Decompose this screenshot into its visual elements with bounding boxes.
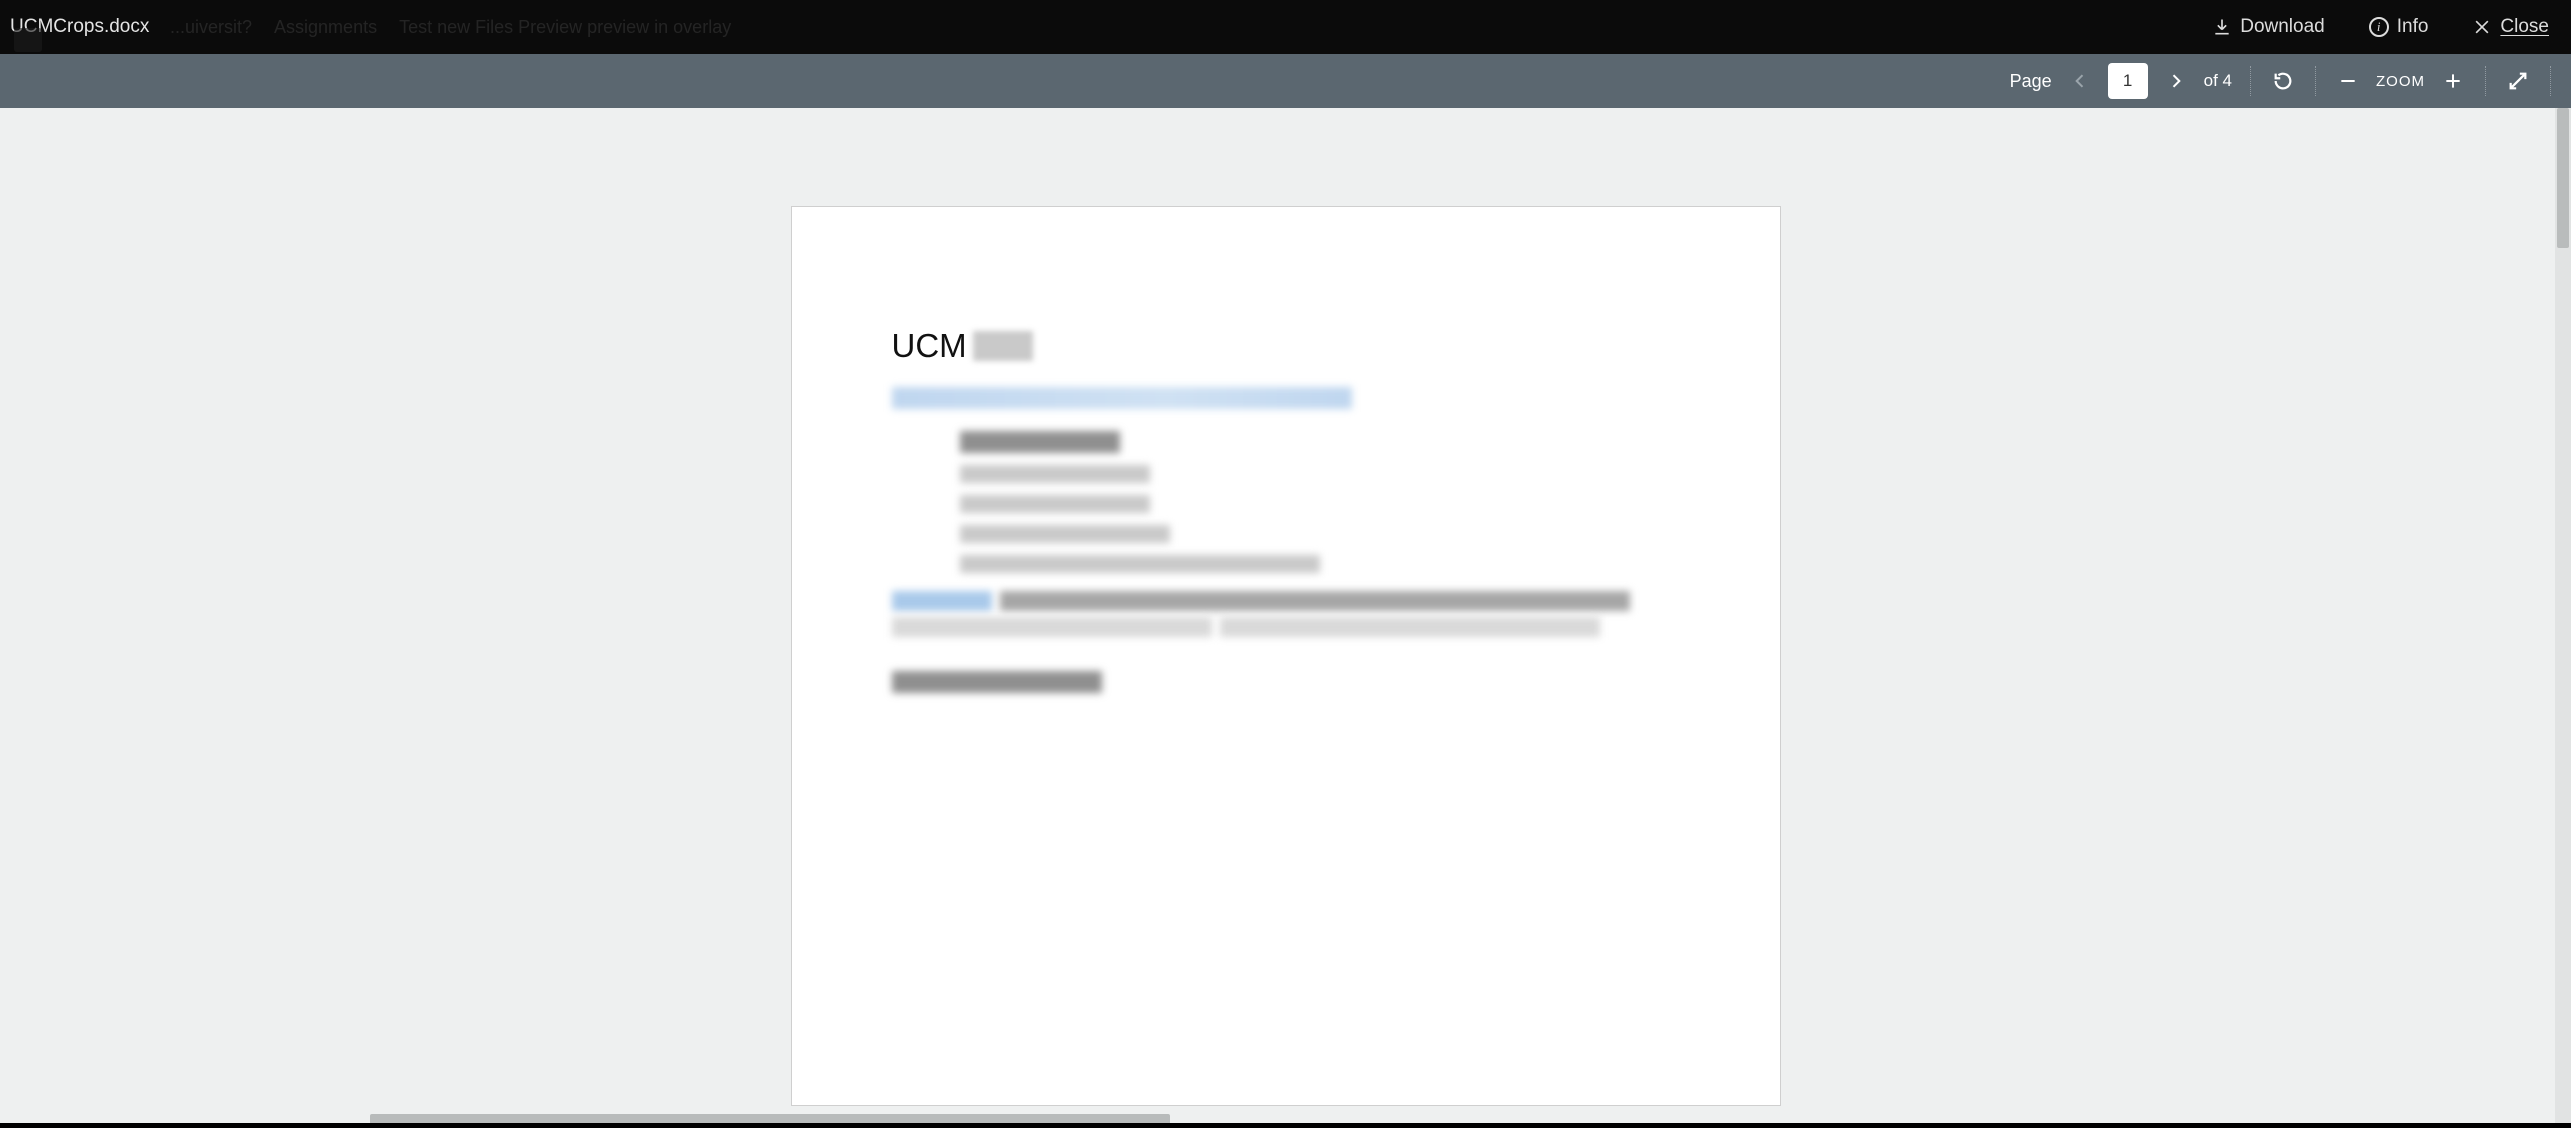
redacted-hyperlink-line (892, 387, 1352, 409)
page-label: Page (2010, 71, 2052, 92)
breadcrumb-ghost-2: Assignments (274, 17, 377, 38)
document-page: UCM (791, 206, 1781, 1106)
chevron-left-icon (2070, 71, 2090, 91)
page-nav-group: Page of 4 (1992, 63, 2250, 99)
redacted-title-fragment (973, 331, 1033, 361)
redacted-paragraph-row (892, 591, 1680, 611)
zoom-group: ZOOM (2316, 63, 2485, 99)
breadcrumb-ghost-3: Test new Files Preview preview in overla… (399, 17, 731, 38)
overlay-header: UCMCrops.docx ...uiversit? Assignments T… (0, 0, 2571, 54)
redacted-body-line (960, 495, 1150, 513)
next-page-button[interactable] (2162, 67, 2190, 95)
rotate-button[interactable] (2269, 67, 2297, 95)
redacted-text-fragment (1220, 617, 1600, 637)
info-label: Info (2397, 16, 2429, 38)
viewer-toolbar: Page of 4 ZOOM (0, 54, 2571, 108)
toolbar-separator (2315, 66, 2316, 96)
redacted-link-fragment (892, 591, 992, 611)
document-viewport[interactable]: UCM (0, 108, 2571, 1128)
close-button[interactable]: Close (2472, 16, 2549, 38)
redacted-body-line (960, 431, 1120, 453)
expand-icon (2507, 70, 2529, 92)
minus-icon (2338, 71, 2358, 91)
redacted-body-line (960, 465, 1150, 483)
redacted-text-fragment (1000, 591, 1630, 611)
close-icon (2472, 17, 2492, 37)
download-button[interactable]: Download (2212, 16, 2325, 38)
plus-icon (2443, 71, 2463, 91)
redacted-subheading (892, 671, 1102, 693)
fullscreen-button[interactable] (2504, 67, 2532, 95)
app-badge-icon (14, 28, 42, 52)
vertical-scrollbar-thumb[interactable] (2557, 108, 2569, 248)
overlay-bottom-edge (0, 1123, 2571, 1128)
toolbar-separator (2250, 66, 2251, 96)
vertical-scrollbar-track[interactable] (2555, 108, 2571, 1128)
redacted-paragraph-row (892, 617, 1680, 637)
background-breadcrumb: ...uiversit? Assignments Test new Files … (170, 0, 731, 54)
rotate-icon (2272, 70, 2294, 92)
info-icon: i (2369, 17, 2389, 37)
page-number-input[interactable] (2108, 63, 2148, 99)
page-total-label: of 4 (2204, 71, 2232, 91)
zoom-in-button[interactable] (2439, 67, 2467, 95)
redacted-body-line (960, 555, 1320, 573)
zoom-label: ZOOM (2376, 73, 2425, 90)
zoom-out-button[interactable] (2334, 67, 2362, 95)
prev-page-button[interactable] (2066, 67, 2094, 95)
document-title: UCM (892, 327, 967, 365)
toolbar-separator (2485, 66, 2486, 96)
breadcrumb-ghost-1: ...uiversit? (170, 17, 252, 38)
document-title-row: UCM (892, 327, 1680, 365)
toolbar-separator (2550, 66, 2551, 96)
redacted-body-line (960, 525, 1170, 543)
rotate-group (2251, 63, 2315, 99)
download-icon (2212, 17, 2232, 37)
header-actions: Download i Info Close (2212, 16, 2561, 38)
close-label: Close (2500, 16, 2549, 38)
info-button[interactable]: i Info (2369, 16, 2429, 38)
redacted-text-fragment (892, 617, 1212, 637)
fullscreen-group (2486, 63, 2550, 99)
download-label: Download (2240, 16, 2325, 38)
chevron-right-icon (2166, 71, 2186, 91)
